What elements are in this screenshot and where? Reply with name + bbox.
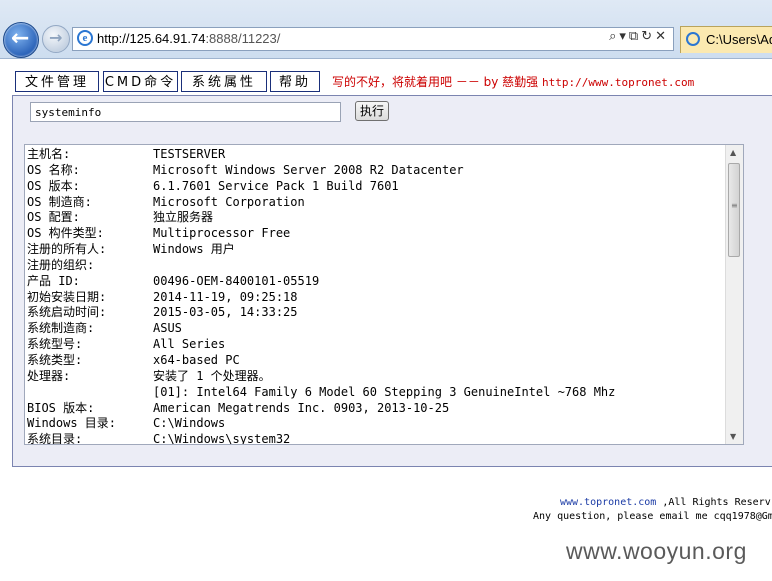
output-key: 注册的所有人: bbox=[27, 242, 107, 257]
output-key: OS 制造商: bbox=[27, 194, 92, 209]
output-key: 系统启动时间: bbox=[27, 305, 107, 320]
output-value: Microsoft Corporation bbox=[153, 194, 305, 209]
watermark: www.wooyun.org bbox=[566, 538, 747, 564]
output-key: Windows 目录: bbox=[27, 416, 117, 431]
output-value: 00496-OEM-8400101-05519 bbox=[153, 273, 320, 288]
credit-text: 写的不好，将就着用吧 －－ by 慈勤强 http://www.topronet… bbox=[332, 73, 694, 90]
credit-link[interactable]: http://www.topronet.com bbox=[542, 76, 694, 89]
output-scrollbar[interactable]: ▲ ≡ ▼ bbox=[725, 145, 743, 444]
output-key: 注册的组织: bbox=[27, 257, 95, 272]
address-url[interactable]: http://125.64.91.74:8888/11223/ bbox=[97, 31, 280, 46]
tab-label: C:\Users\Ad bbox=[706, 32, 772, 47]
output-value: Microsoft Windows Server 2008 R2 Datacen… bbox=[153, 162, 464, 177]
output-value: 2015-03-05, 14:33:25 bbox=[153, 305, 298, 320]
address-host: http://125.64.91.74 bbox=[97, 31, 206, 46]
back-button[interactable]: ← bbox=[3, 22, 39, 58]
scroll-up-icon[interactable]: ▲ bbox=[730, 148, 736, 157]
output-key: 系统制造商: bbox=[27, 321, 95, 336]
output-value: C:\Windows\system32 bbox=[153, 432, 291, 445]
output-value: TESTSERVER bbox=[153, 147, 226, 161]
output-value: 2014-11-19, 09:25:18 bbox=[153, 289, 298, 304]
output-key: OS 版本: bbox=[27, 178, 80, 193]
help-button[interactable]: 帮助 bbox=[270, 71, 320, 92]
execute-button[interactable]: 执行 bbox=[355, 101, 389, 121]
address-path: :8888/11223/ bbox=[205, 31, 281, 46]
credit-label: 写的不好，将就着用吧 －－ by 慈勤强 bbox=[332, 75, 542, 89]
file-manager-button[interactable]: 文件管理 bbox=[15, 71, 99, 92]
output-value: Multiprocessor Free bbox=[153, 226, 291, 241]
footer-rights: www.topronet.com ,All Rights Reserv bbox=[560, 497, 771, 508]
output-key: OS 名称: bbox=[27, 162, 80, 177]
output-key: OS 构件类型: bbox=[27, 226, 104, 241]
scroll-down-icon[interactable]: ▼ bbox=[730, 432, 736, 441]
output-value: x64-based PC bbox=[153, 352, 240, 367]
output-value: Windows 用户 bbox=[153, 242, 235, 257]
output-value: [01]: Intel64 Family 6 Model 60 Stepping… bbox=[153, 384, 616, 399]
footer-link[interactable]: www.topronet.com bbox=[560, 497, 656, 508]
output-value: 安装了 1 个处理器。 bbox=[153, 368, 271, 383]
command-input[interactable] bbox=[30, 102, 341, 122]
output-key: 处理器: bbox=[27, 368, 71, 383]
output-value: American Megatrends Inc. 0903, 2013-10-2… bbox=[153, 400, 450, 415]
output-key: 产品 ID: bbox=[27, 273, 80, 288]
arrow-left-icon: ← bbox=[11, 26, 30, 51]
output-value: ASUS bbox=[153, 321, 182, 336]
output-value: C:\Windows bbox=[153, 416, 226, 431]
command-output[interactable]: 主机名: TESTSERVER OS 名称: Microsoft Windows S… bbox=[24, 144, 744, 445]
address-bar[interactable]: e http://125.64.91.74:8888/11223/ ⌕▾⧉↻✕ bbox=[72, 27, 674, 51]
footer-rights-text: ,All Rights Reserv bbox=[656, 497, 771, 508]
cmd-button[interactable]: CMD命令 bbox=[103, 71, 178, 92]
grip-icon: ≡ bbox=[731, 201, 738, 210]
browser-tab[interactable]: C:\Users\Ad bbox=[680, 26, 772, 53]
output-value: 6.1.7601 Service Pack 1 Build 7601 bbox=[153, 178, 399, 193]
output-key: 系统类型: bbox=[27, 352, 83, 367]
output-key: 初始安装日期: bbox=[27, 289, 107, 304]
output-key: 主机名: bbox=[27, 147, 71, 161]
output-key: BIOS 版本: bbox=[27, 400, 95, 415]
output-value: All Series bbox=[153, 337, 226, 352]
output-key: 系统目录: bbox=[27, 432, 83, 445]
system-properties-button[interactable]: 系统属性 bbox=[181, 71, 267, 92]
browser-toolbar: ← → e http://125.64.91.74:8888/11223/ ⌕▾… bbox=[0, 0, 772, 59]
scrollbar-thumb[interactable]: ≡ bbox=[728, 163, 740, 257]
ie-tab-icon bbox=[686, 32, 700, 46]
address-bar-tools[interactable]: ⌕▾⧉↻✕ bbox=[609, 29, 669, 44]
ie-page-icon: e bbox=[77, 30, 93, 46]
forward-button[interactable]: → bbox=[42, 25, 70, 53]
arrow-right-icon: → bbox=[49, 28, 63, 47]
footer-contact: Any question, please email me cqq1978@Gm bbox=[533, 511, 772, 522]
output-key: OS 配置: bbox=[27, 210, 80, 225]
output-key: 系统型号: bbox=[27, 337, 83, 352]
output-value: 独立服务器 bbox=[153, 210, 214, 225]
